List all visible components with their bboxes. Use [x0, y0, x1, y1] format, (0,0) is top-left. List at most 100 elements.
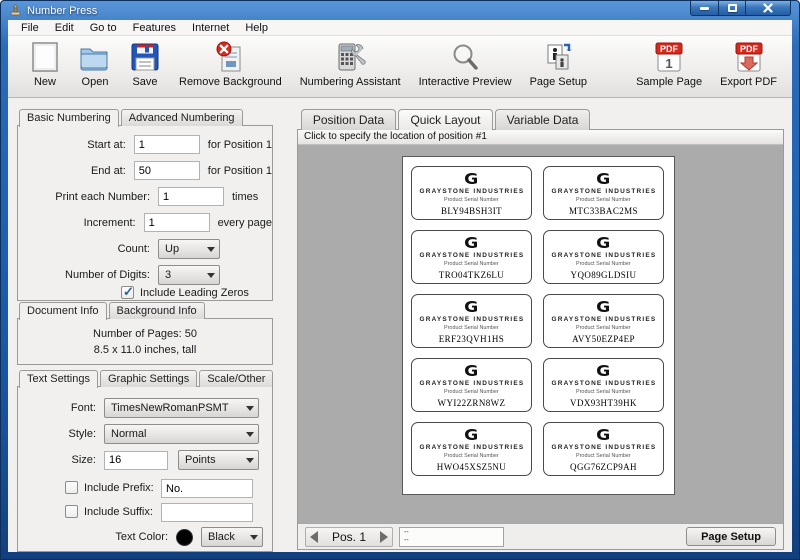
toolbar-new[interactable]: New [20, 41, 70, 88]
end-at-input[interactable] [134, 161, 200, 180]
start-at-suffix: for Position 1 [208, 139, 272, 151]
company-name: GRAYSTONE INDUSTRIES [551, 252, 656, 258]
label-position-3[interactable]: G GRAYSTONE INDUSTRIES Product Serial Nu… [411, 230, 532, 284]
leading-zeros-checkbox[interactable] [121, 286, 134, 299]
tab-scale-other[interactable]: Scale/Other [199, 370, 273, 387]
position-label: Pos. 1 [332, 530, 366, 544]
label-position-5[interactable]: G GRAYSTONE INDUSTRIES Product Serial Nu… [411, 294, 532, 348]
brand-logo-g: G [596, 236, 610, 250]
open-folder-icon [79, 41, 111, 73]
chevron-down-icon [207, 273, 215, 278]
serial-number: AVY50EZP4EP [572, 334, 635, 344]
menu-features[interactable]: Features [125, 21, 184, 35]
previous-position-icon[interactable] [310, 531, 318, 543]
chevron-down-icon [207, 247, 215, 252]
toolbar-label: Save [132, 76, 157, 88]
toolbar-interactive-preview[interactable]: Interactive Preview [410, 41, 521, 88]
size-input[interactable] [104, 451, 168, 470]
page-setup-button[interactable]: Page Setup [686, 527, 776, 546]
menu-goto[interactable]: Go to [82, 21, 125, 35]
digits-label: Number of Digits: [18, 269, 158, 281]
label-position-4[interactable]: G GRAYSTONE INDUSTRIES Product Serial Nu… [543, 230, 664, 284]
serial-number: MTC33BAC2MS [569, 206, 638, 216]
print-each-input[interactable] [158, 187, 224, 206]
pdf-download-icon: PDF [733, 41, 765, 73]
menu-file[interactable]: File [13, 21, 47, 35]
font-dropdown[interactable]: TimesNewRomanPSMT [104, 398, 259, 418]
tab-basic-numbering[interactable]: Basic Numbering [19, 109, 119, 127]
position-info-box: -- -- [399, 527, 504, 547]
tab-background-info[interactable]: Background Info [109, 302, 205, 319]
menu-edit[interactable]: Edit [47, 21, 82, 35]
menu-internet[interactable]: Internet [184, 21, 237, 35]
label-position-10[interactable]: G GRAYSTONE INDUSTRIES Product Serial Nu… [543, 422, 664, 476]
include-prefix-label: Include Prefix: [84, 482, 154, 494]
start-at-input[interactable] [134, 135, 200, 154]
serial-number: WYI22ZRN8WZ [438, 398, 506, 408]
size-unit-dropdown[interactable]: Points [178, 450, 259, 470]
text-color-swatch[interactable] [176, 529, 193, 546]
menu-help[interactable]: Help [237, 21, 276, 35]
size-unit-value: Points [185, 454, 241, 466]
digits-dropdown[interactable]: 3 [158, 265, 220, 285]
text-color-dropdown[interactable]: Black [201, 527, 263, 547]
next-position-icon[interactable] [380, 531, 388, 543]
document-remove-icon [214, 41, 246, 73]
label-position-9[interactable]: G GRAYSTONE INDUSTRIES Product Serial Nu… [411, 422, 532, 476]
pages-count-text: Number of Pages: 50 [18, 326, 272, 342]
toolbar-sample-page[interactable]: PDF1 Sample Page [627, 41, 711, 88]
brand-logo-g: G [596, 364, 610, 378]
label-position-7[interactable]: G GRAYSTONE INDUSTRIES Product Serial Nu… [411, 358, 532, 412]
brand-logo-g: G [596, 428, 610, 442]
text-color-label: Text Color: [113, 531, 176, 543]
tab-text-settings[interactable]: Text Settings [19, 370, 98, 388]
style-dropdown[interactable]: Normal [104, 424, 259, 444]
toolbar-remove-background[interactable]: Remove Background [170, 41, 291, 88]
preview-panel: Click to specify the location of positio… [297, 129, 784, 550]
chevron-down-icon [246, 406, 254, 411]
tab-advanced-numbering[interactable]: Advanced Numbering [121, 109, 243, 126]
close-icon [763, 3, 773, 13]
prefix-input[interactable] [161, 479, 253, 498]
window-title: Number Press [27, 5, 97, 17]
company-name: GRAYSTONE INDUSTRIES [419, 188, 524, 194]
calculator-wrench-icon [334, 41, 366, 73]
label-position-1[interactable]: G GRAYSTONE INDUSTRIES Product Serial Nu… [411, 166, 532, 220]
increment-input[interactable] [144, 213, 210, 232]
layout-canvas[interactable]: G GRAYSTONE INDUSTRIES Product Serial Nu… [298, 145, 783, 523]
maximize-button[interactable] [719, 1, 746, 16]
tab-graphic-settings[interactable]: Graphic Settings [100, 370, 197, 387]
minimize-button[interactable] [690, 1, 719, 16]
basic-numbering-group: Basic Numbering Advanced Numbering Start… [17, 109, 273, 301]
new-document-icon [29, 41, 61, 73]
chevron-down-icon [246, 432, 254, 437]
serial-number: HWO45XSZ5NU [437, 462, 506, 472]
count-value: Up [165, 243, 202, 255]
suffix-input[interactable] [161, 503, 253, 522]
minimize-icon [700, 7, 709, 10]
include-suffix-checkbox[interactable] [65, 505, 78, 518]
serial-number: QGG76ZCP9AH [570, 462, 637, 472]
start-at-label: Start at: [18, 139, 134, 151]
label-position-2[interactable]: G GRAYSTONE INDUSTRIES Product Serial Nu… [543, 166, 664, 220]
toolbar-open[interactable]: Open [70, 41, 120, 88]
count-dropdown[interactable]: Up [158, 239, 220, 259]
tab-quick-layout[interactable]: Quick Layout [398, 109, 493, 130]
toolbar-export-pdf[interactable]: PDF Export PDF [711, 41, 786, 88]
pages-arrow-icon [542, 41, 574, 73]
toolbar-page-setup[interactable]: Page Setup [521, 41, 597, 88]
tab-position-data[interactable]: Position Data [301, 109, 396, 130]
include-prefix-checkbox[interactable] [65, 481, 78, 494]
toolbar-numbering-assistant[interactable]: Numbering Assistant [291, 41, 410, 88]
close-button[interactable] [746, 1, 791, 16]
tab-variable-data[interactable]: Variable Data [495, 109, 590, 130]
serial-caption: Product Serial Number [444, 197, 499, 202]
tab-document-info[interactable]: Document Info [19, 302, 107, 320]
label-position-8[interactable]: G GRAYSTONE INDUSTRIES Product Serial Nu… [543, 358, 664, 412]
page-preview[interactable]: G GRAYSTONE INDUSTRIES Product Serial Nu… [402, 156, 675, 495]
company-name: GRAYSTONE INDUSTRIES [419, 380, 524, 386]
serial-caption: Product Serial Number [444, 453, 499, 458]
toolbar-save[interactable]: Save [120, 41, 170, 88]
label-position-6[interactable]: G GRAYSTONE INDUSTRIES Product Serial Nu… [543, 294, 664, 348]
brand-logo-g: G [464, 428, 478, 442]
